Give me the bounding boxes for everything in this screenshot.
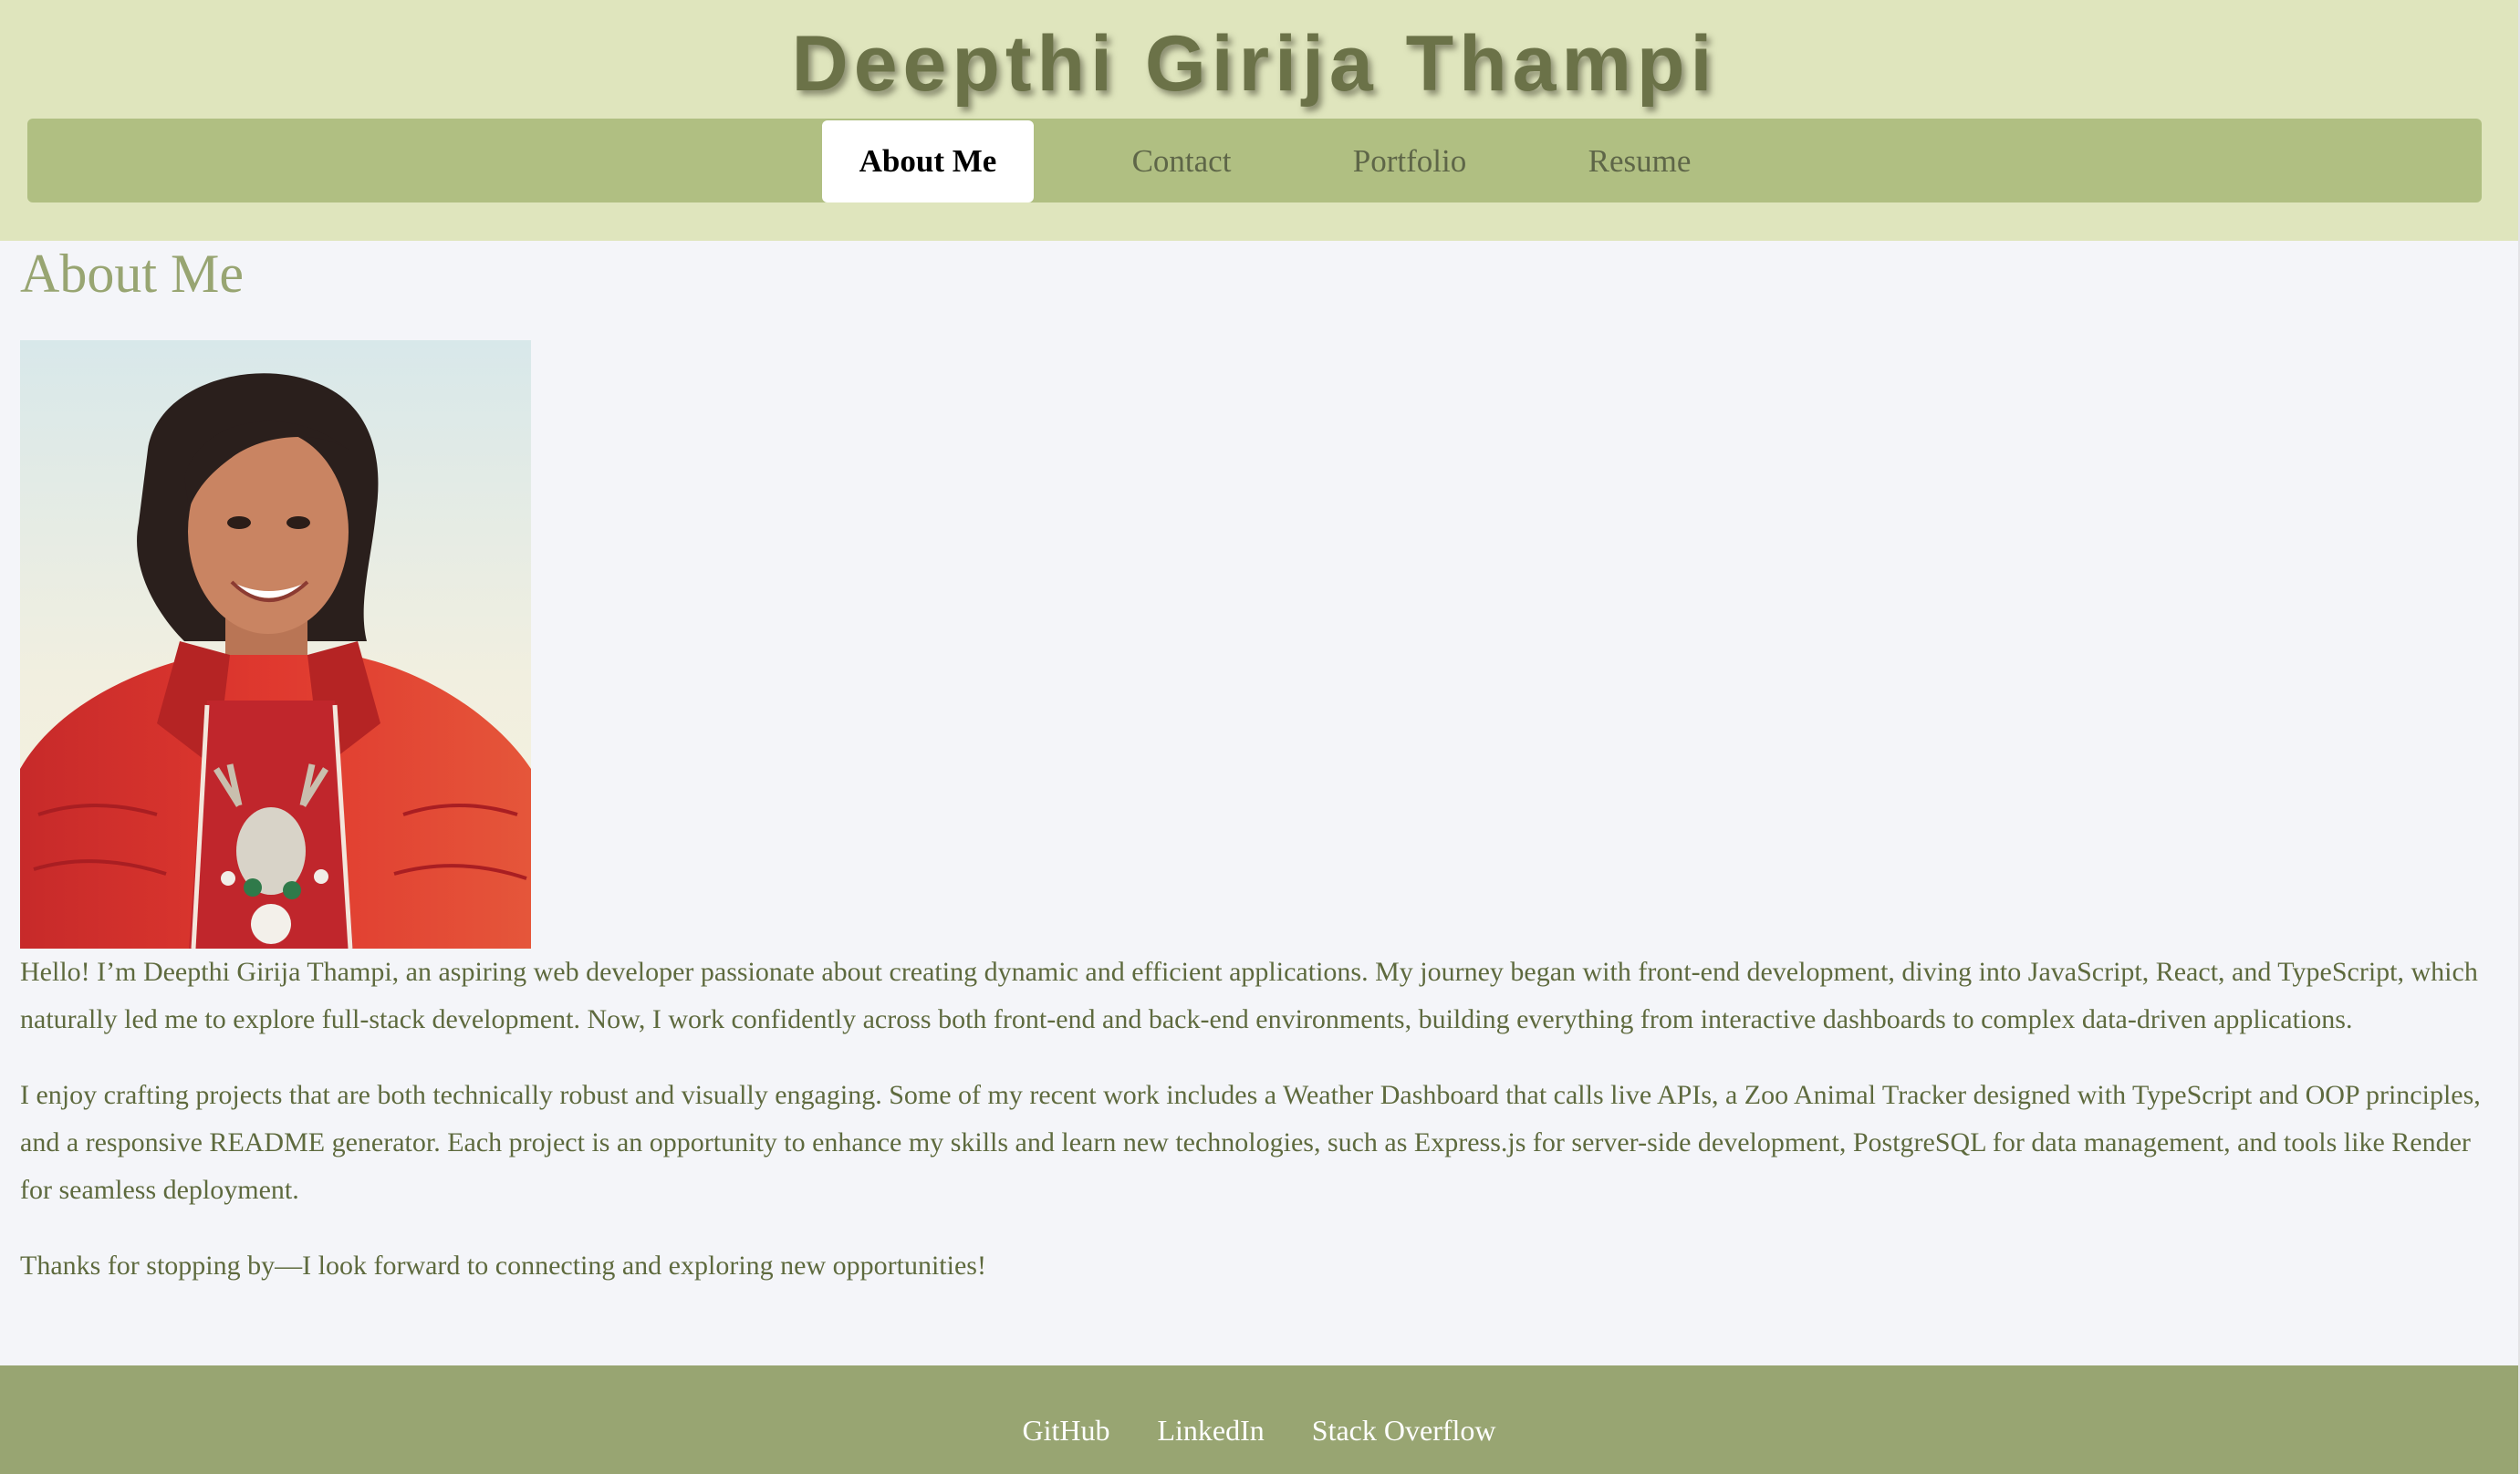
footer-link-stack-overflow[interactable]: Stack Overflow bbox=[1312, 1414, 1496, 1447]
nav-item-contact[interactable]: Contact bbox=[1086, 120, 1277, 202]
site-header: Deepthi Girija Thampi About Me Contact P… bbox=[0, 0, 2518, 241]
footer-links: GitHub LinkedIn Stack Overflow bbox=[0, 1410, 2518, 1450]
site-title: Deepthi Girija Thampi bbox=[791, 20, 1718, 108]
site-footer: GitHub LinkedIn Stack Overflow bbox=[0, 1365, 2518, 1474]
page-title: About Me bbox=[20, 244, 244, 304]
nav-item-portfolio[interactable]: Portfolio bbox=[1314, 120, 1505, 202]
bio-paragraph-intro: Hello! I’m Deepthi Girija Thampi, an asp… bbox=[20, 957, 2478, 1034]
nav-item-resume[interactable]: Resume bbox=[1544, 120, 1735, 202]
footer-link-github[interactable]: GitHub bbox=[1022, 1414, 1109, 1447]
profile-photo bbox=[20, 340, 531, 949]
nav-item-about-me[interactable]: About Me bbox=[822, 120, 1034, 202]
main-nav: About Me Contact Portfolio Resume bbox=[27, 119, 2482, 202]
bio-paragraph-closing: Thanks for stopping by—I look forward to… bbox=[20, 1251, 986, 1281]
footer-link-linkedin[interactable]: LinkedIn bbox=[1157, 1414, 1264, 1447]
bio-paragraph-projects: I enjoy crafting projects that are both … bbox=[20, 1080, 2481, 1205]
bio-section: Hello! I’m Deepthi Girija Thampi, an asp… bbox=[20, 949, 2484, 1318]
